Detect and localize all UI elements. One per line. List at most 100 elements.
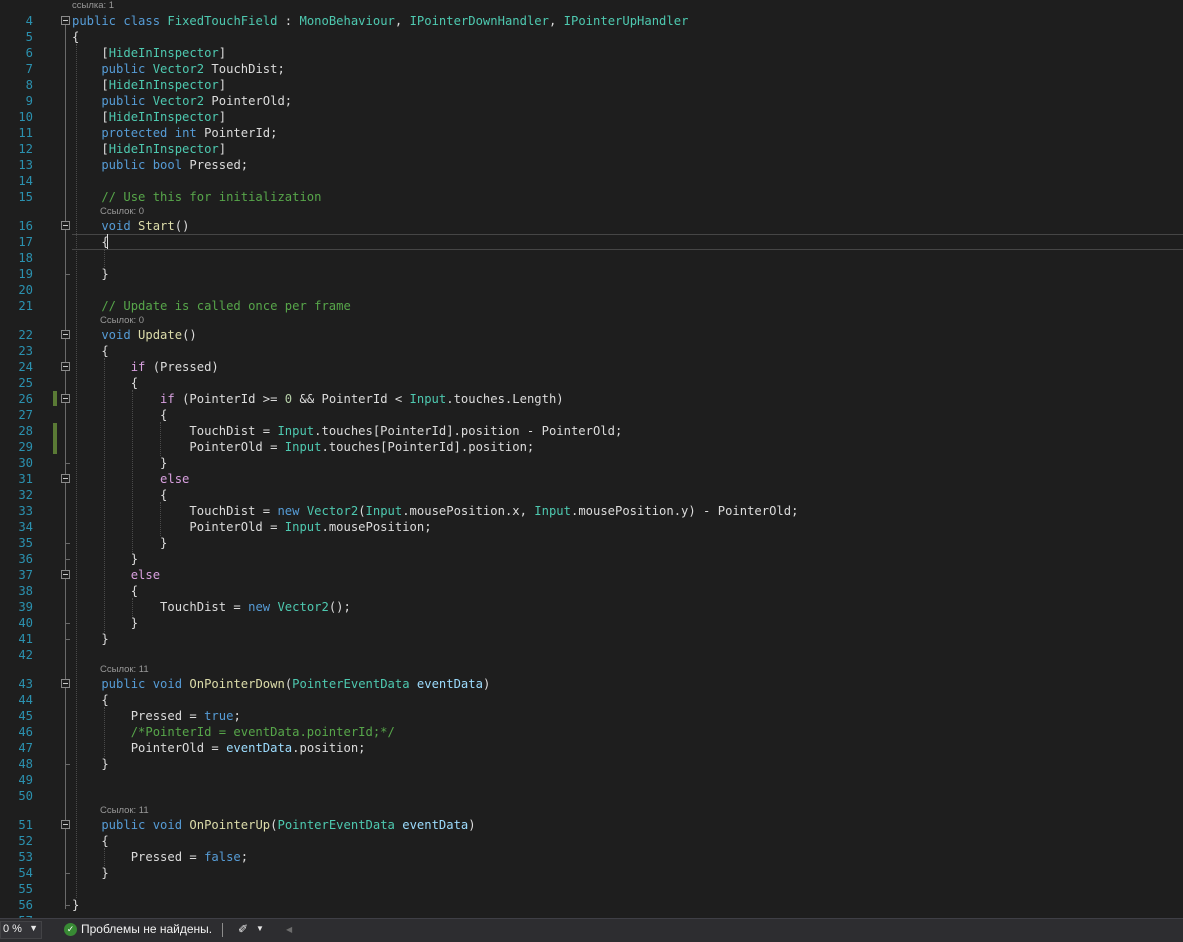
code-line: 19 } — [0, 266, 1183, 282]
code-token: .position; — [292, 741, 366, 755]
code-token: Pressed = — [72, 850, 205, 864]
code-token: int — [174, 126, 197, 140]
code-token: Input — [365, 504, 403, 518]
code-text: [HideInInspector] — [72, 141, 226, 157]
code-line: 8 [HideInInspector] — [0, 77, 1183, 93]
code-token: else — [72, 472, 190, 486]
code-token: Vector2 — [306, 504, 359, 518]
code-token: OnPointerUp — [189, 818, 271, 832]
line-number: 13 — [18, 158, 33, 172]
code-text: public class FixedTouchField : MonoBehav… — [72, 13, 688, 29]
code-token: { — [72, 376, 139, 390]
code-token: (); — [328, 600, 351, 614]
code-token: ; — [233, 709, 241, 723]
code-text: void Update() — [72, 327, 196, 343]
code-line: 20 — [0, 282, 1183, 298]
line-number: 18 — [18, 251, 33, 265]
chevron-down-icon[interactable]: ▼ — [256, 924, 264, 933]
line-number: 9 — [25, 94, 33, 108]
code-token: void — [152, 818, 183, 832]
code-token: .touches[PointerId].position - PointerOl… — [314, 424, 623, 438]
code-token: ) — [482, 677, 491, 691]
code-line: 5{ — [0, 29, 1183, 45]
code-token: .touches[PointerId].position; — [321, 440, 535, 454]
code-text: if (PointerId >= 0 && PointerId < Input.… — [72, 391, 564, 407]
code-line: 48 } — [0, 756, 1183, 772]
line-number: 52 — [18, 834, 33, 848]
code-line: 36 } — [0, 551, 1183, 567]
code-text: TouchDist = new Vector2(Input.mousePosit… — [72, 503, 798, 519]
code-token: eventData — [402, 818, 469, 832]
code-text: TouchDist = new Vector2(); — [72, 599, 351, 615]
code-token: ] — [218, 46, 227, 60]
code-line: 56} — [0, 897, 1183, 913]
code-token: } — [72, 757, 109, 771]
code-token: bool — [152, 158, 183, 172]
code-line: 18 — [0, 250, 1183, 266]
code-lens-references[interactable]: Ссылок: 11 — [100, 805, 149, 816]
code-line: 44 { — [0, 692, 1183, 708]
code-text: [HideInInspector] — [72, 45, 226, 61]
code-line: 15 // Use this for initialization — [0, 189, 1183, 205]
code-token: ] — [218, 110, 227, 124]
code-editor[interactable]: ссылка: 1 Ссылок: 0 Ссылок: 0 Ссылок: 11 Ссы… — [0, 0, 1183, 918]
code-token: OnPointerDown — [189, 677, 285, 691]
code-token: } — [72, 267, 109, 281]
code-line: 34 PointerOld = Input.mousePosition; — [0, 519, 1183, 535]
code-line: 21 // Update is called once per frame — [0, 298, 1183, 314]
scroll-left-icon[interactable]: ◀ — [286, 925, 292, 934]
code-lens-references[interactable]: Ссылок: 11 — [100, 664, 149, 675]
code-token: Start — [138, 219, 175, 233]
code-token: TouchDist; — [204, 62, 285, 76]
code-token: { — [72, 408, 168, 422]
horizontal-scrollbar[interactable]: ◀ — [286, 925, 1179, 936]
code-lens-references[interactable]: Ссылок: 0 — [100, 315, 144, 326]
code-line: 14 — [0, 173, 1183, 189]
line-number: 25 — [18, 376, 33, 390]
line-number: 39 — [18, 600, 33, 614]
code-token: { — [72, 834, 109, 848]
brush-icon[interactable]: ✐ — [238, 922, 248, 936]
line-number: 5 — [25, 30, 33, 44]
code-line: 46 /*PointerId = eventData.pointerId;*/ — [0, 724, 1183, 740]
code-token: (Pressed) — [145, 360, 219, 374]
code-token: ] — [218, 142, 227, 156]
code-line: 43 public void OnPointerDown(PointerEven… — [0, 676, 1183, 692]
code-token: , — [548, 14, 564, 28]
line-number: 55 — [18, 882, 33, 896]
code-text: { — [72, 407, 167, 423]
code-token: { — [72, 693, 109, 707]
code-token: HideInInspector — [108, 78, 219, 92]
line-number: 16 — [18, 219, 33, 233]
code-line: 45 Pressed = true; — [0, 708, 1183, 724]
code-token: PointerOld = — [72, 440, 285, 454]
code-text: } — [72, 266, 109, 282]
line-number: 10 — [18, 110, 33, 124]
text-caret — [107, 234, 108, 249]
code-token: IPointerUpHandler — [563, 14, 689, 28]
code-token: PointerOld; — [204, 94, 293, 108]
code-token: .mousePosition; — [321, 520, 432, 534]
code-line: 23 { — [0, 343, 1183, 359]
issues-text: Проблемы не найдены. — [81, 922, 213, 936]
code-text: { — [72, 343, 108, 359]
code-token: else — [72, 568, 161, 582]
code-line: 49 — [0, 772, 1183, 788]
zoom-dropdown[interactable]: 0 % ▼ — [0, 921, 42, 939]
code-text: { — [72, 692, 109, 708]
code-text: // Use this for initialization — [72, 189, 321, 205]
code-line: 54 } — [0, 865, 1183, 881]
code-lens-references[interactable]: ссылка: 1 — [72, 0, 114, 11]
code-token: && PointerId < — [292, 392, 410, 406]
code-lens-references[interactable]: Ссылок: 0 — [100, 206, 144, 217]
code-token: } — [72, 552, 139, 566]
code-text: PointerOld = Input.touches[PointerId].po… — [72, 439, 534, 455]
code-token: [ — [72, 46, 109, 60]
code-line: 53 Pressed = false; — [0, 849, 1183, 865]
code-line: 47 PointerOld = eventData.position; — [0, 740, 1183, 756]
code-token: TouchDist = — [72, 424, 278, 438]
code-token: } — [72, 866, 109, 880]
line-number: 33 — [18, 504, 33, 518]
code-token: true — [204, 709, 234, 723]
